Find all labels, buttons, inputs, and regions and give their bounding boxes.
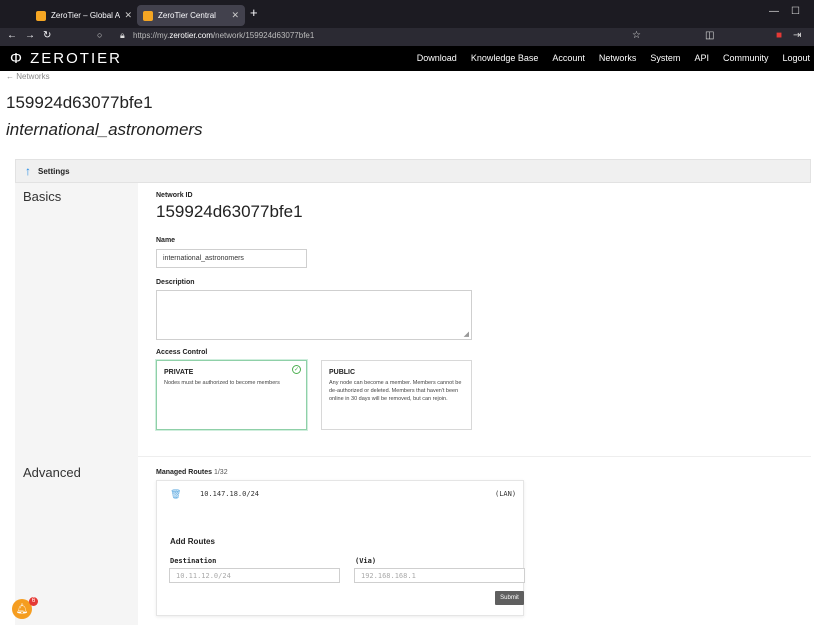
browser-tab-bar: ZeroTier – Global Area Network ✕ ZeroTie…: [0, 0, 814, 28]
private-title: PRIVATE: [164, 369, 194, 376]
close-tab-icon[interactable]: ✕: [231, 10, 239, 21]
access-control-label: Access Control: [156, 349, 208, 356]
destination-label: Destination: [170, 557, 217, 565]
zerotier-favicon-icon: [36, 10, 46, 21]
via-label: (Via): [355, 557, 377, 565]
destination-input[interactable]: 10.11.12.0/24: [169, 568, 340, 583]
public-desc: Any node can become a member. Members ca…: [329, 380, 462, 402]
minimize-icon[interactable]: —: [769, 6, 779, 17]
zerotier-favicon-icon: [143, 10, 153, 21]
url-text[interactable]: https://my.zerotier.com/network/159924d6…: [133, 31, 314, 40]
add-routes-heading: Add Routes: [170, 537, 215, 546]
nav-links: Download Knowledge Base Account Networks…: [417, 53, 810, 63]
nav-link-networks[interactable]: Networks: [599, 53, 637, 63]
forward-arrow-icon[interactable]: →: [25, 30, 35, 41]
nav-link-knowledge-base[interactable]: Knowledge Base: [471, 53, 539, 63]
shield-icon[interactable]: ○: [97, 30, 102, 40]
managed-routes-panel: [156, 480, 524, 616]
bookmark-star-icon[interactable]: ☆: [632, 30, 641, 41]
reload-icon[interactable]: ↻: [43, 30, 51, 41]
tab-title: ZeroTier – Global Area Network: [51, 11, 121, 20]
section-divider: [138, 456, 811, 457]
via-input[interactable]: 192.168.168.1: [354, 568, 525, 583]
close-tab-icon[interactable]: ✕: [124, 10, 132, 21]
public-title: PUBLIC: [329, 369, 356, 376]
access-private-card[interactable]: ✓ PRIVATE Nodes must be authorized to be…: [156, 360, 307, 430]
arrow-up-icon: ↑: [25, 164, 31, 178]
settings-label: Settings: [38, 167, 70, 176]
trash-icon[interactable]: 🗑︎: [170, 489, 181, 500]
check-circle-icon: ✓: [292, 365, 301, 374]
back-arrow-icon[interactable]: ←: [7, 30, 17, 41]
nav-link-api[interactable]: API: [694, 53, 709, 63]
settings-collapse-bar[interactable]: ↑ Settings: [15, 159, 811, 183]
extensions-menu-icon[interactable]: ⇥: [793, 30, 801, 41]
name-input[interactable]: international_astronomers: [156, 249, 307, 268]
notification-badge: 6: [29, 597, 38, 606]
network-id-label: Network ID: [156, 192, 193, 199]
route-via: (LAN): [495, 490, 517, 498]
route-destination: 10.147.18.0/24: [200, 490, 260, 498]
section-sidebar: [15, 183, 138, 625]
private-desc: Nodes must be authorized to become membe…: [164, 380, 280, 386]
nav-link-community[interactable]: Community: [723, 53, 769, 63]
browser-tab-active[interactable]: ZeroTier Central ✕: [137, 5, 245, 26]
maximize-icon[interactable]: ☐: [791, 6, 800, 17]
basics-heading: Basics: [23, 189, 62, 204]
new-tab-icon[interactable]: +: [250, 5, 258, 20]
nav-link-download[interactable]: Download: [417, 53, 457, 63]
description-label: Description: [156, 279, 195, 286]
browser-tab-inactive[interactable]: ZeroTier – Global Area Network ✕: [30, 5, 138, 26]
description-textarea[interactable]: ◢: [156, 290, 472, 340]
name-label: Name: [156, 237, 176, 244]
page-title-network-id: 159924d63077bfe1: [6, 93, 153, 112]
browser-url-bar: ← → ↻ ○ 🔒︎ https://my.zerotier.com/netwo…: [0, 28, 814, 46]
advanced-heading: Advanced: [23, 465, 81, 480]
nav-link-system[interactable]: System: [650, 53, 680, 63]
zerotier-logo[interactable]: Φ ZEROTIER: [10, 50, 122, 67]
network-id-value: 159924d63077bfe1: [156, 202, 303, 221]
extension-icon[interactable]: ■: [776, 30, 782, 41]
managed-routes-count: 1/32: [213, 469, 228, 476]
nav-link-account[interactable]: Account: [552, 53, 585, 63]
managed-routes-label: Managed Routes 1/32: [156, 469, 228, 476]
back-to-networks-link[interactable]: ← Networks: [6, 72, 50, 81]
access-public-card[interactable]: PUBLIC Any node can become a member. Mem…: [321, 360, 472, 430]
nav-link-logout[interactable]: Logout: [782, 53, 810, 63]
lock-icon[interactable]: 🔒︎: [120, 30, 125, 41]
app-navbar: Φ ZEROTIER Download Knowledge Base Accou…: [0, 46, 814, 71]
submit-route-button[interactable]: Submit: [495, 591, 524, 605]
pocket-icon[interactable]: ◫: [705, 30, 714, 41]
tab-title: ZeroTier Central: [158, 11, 216, 20]
resize-handle-icon[interactable]: ◢: [464, 330, 469, 338]
page-subtitle-network-name: international_astronomers: [6, 120, 203, 139]
